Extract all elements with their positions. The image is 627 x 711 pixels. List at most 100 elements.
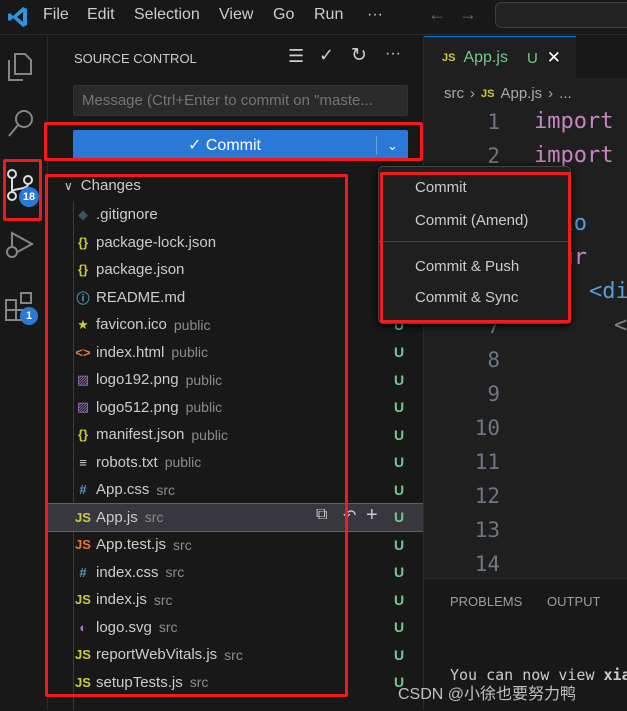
- tab-app-js[interactable]: JS App.js U ✕: [424, 36, 576, 79]
- run-debug-icon[interactable]: [4, 230, 36, 262]
- js-file-icon: JS: [442, 52, 456, 64]
- file-dir: public: [173, 316, 211, 333]
- file-row[interactable]: ★ favicon.ico public U: [48, 311, 423, 338]
- file-dir: src: [158, 619, 178, 635]
- file-name: .gitignore: [96, 206, 158, 223]
- more-actions-icon[interactable]: ···: [385, 45, 401, 63]
- menu-selection[interactable]: Selection: [134, 6, 200, 24]
- commit-button-group: ✓ Commit ⌄: [73, 130, 408, 161]
- forward-arrow-icon[interactable]: →: [459, 4, 477, 25]
- vscode-logo-icon: [8, 7, 27, 27]
- line-number: 13: [474, 518, 500, 542]
- file-type-icon: {}: [77, 234, 89, 250]
- file-row[interactable]: {} package.json: [48, 256, 423, 283]
- code-line: import: [534, 143, 614, 168]
- menu-item-commit-sync[interactable]: Commit & Sync: [415, 289, 518, 306]
- menu-item-commit-amend[interactable]: Commit (Amend): [415, 212, 528, 229]
- command-center-search[interactable]: [495, 2, 627, 28]
- chevron-right-icon: ›: [548, 85, 554, 102]
- code-line: <di: [589, 279, 627, 304]
- file-row[interactable]: JS reportWebVitals.js src U: [48, 641, 423, 668]
- stage-changes-icon[interactable]: +: [366, 504, 378, 527]
- breadcrumb-more[interactable]: ...: [559, 85, 572, 102]
- file-name: favicon.ico: [96, 316, 167, 333]
- file-name: index.css: [96, 563, 159, 581]
- commit-check-icon[interactable]: ✓: [319, 45, 334, 66]
- explorer-icon[interactable]: [6, 52, 34, 82]
- file-type-icon: JS: [75, 537, 91, 552]
- line-number: 14: [474, 552, 500, 576]
- file-name: logo192.png: [96, 371, 179, 388]
- file-row[interactable]: ▨ logo192.png public U: [48, 366, 423, 393]
- file-row[interactable]: {} manifest.json public U: [48, 421, 423, 448]
- file-type-icon: {}: [77, 262, 89, 277]
- file-dir: public: [171, 344, 208, 360]
- line-number: 11: [474, 450, 500, 474]
- file-row[interactable]: ▨ logo512.png public U: [48, 394, 423, 421]
- discard-changes-icon[interactable]: ↶: [343, 506, 356, 526]
- view-as-list-icon[interactable]: ☰: [288, 46, 304, 67]
- file-dir: src: [153, 591, 173, 608]
- file-dir: public: [191, 426, 228, 443]
- file-row[interactable]: {} package-lock.json: [48, 229, 423, 256]
- changes-file-list: ◆ .gitignore {} package-lock.json {} package.…: [47, 201, 424, 711]
- commit-message-input[interactable]: [73, 85, 408, 116]
- commit-dropdown-chevron-icon[interactable]: ⌄: [377, 130, 408, 161]
- file-row[interactable]: <> index.html public U: [48, 339, 423, 366]
- file-row[interactable]: # App.css src U: [48, 476, 423, 503]
- line-number: 2: [487, 144, 500, 168]
- source-control-badge: 18: [19, 187, 39, 207]
- line-number: 9: [487, 382, 500, 406]
- file-row[interactable]: ◐ logo.svg src U: [48, 614, 423, 641]
- breadcrumb-folder[interactable]: src: [444, 85, 464, 102]
- editor-area: JS App.js U ✕ src› JS App.js› ... 123456…: [423, 36, 627, 710]
- extensions-badge: 1: [20, 307, 38, 325]
- commit-dropdown-menu: Commit Commit (Amend) Commit & Push Comm…: [378, 166, 571, 324]
- file-name: README.md: [96, 288, 186, 306]
- status-untracked: U: [394, 619, 405, 635]
- file-row[interactable]: JS App.test.js src U: [48, 531, 423, 558]
- menu-edit[interactable]: Edit: [87, 6, 115, 24]
- commit-button[interactable]: ✓ Commit: [73, 130, 376, 161]
- file-row[interactable]: ⓘ README.md: [48, 284, 423, 311]
- status-untracked: U: [394, 344, 405, 360]
- file-dir: src: [189, 674, 209, 690]
- file-row[interactable]: ≡ robots.txt public U: [48, 449, 423, 476]
- file-type-icon: JS: [75, 592, 91, 607]
- breadcrumb: src › JS App.js › ...: [444, 85, 572, 102]
- file-row[interactable]: ◆ .gitignore: [48, 201, 423, 228]
- refresh-icon[interactable]: ↻: [351, 44, 367, 67]
- file-type-icon: #: [79, 564, 87, 580]
- status-untracked: U: [394, 646, 405, 663]
- line-number: 8: [487, 348, 500, 372]
- close-tab-icon[interactable]: ✕: [547, 48, 561, 68]
- file-name: logo.svg: [96, 618, 152, 636]
- menu-item-commit[interactable]: Commit: [415, 179, 467, 196]
- search-icon[interactable]: [6, 108, 36, 140]
- file-row[interactable]: JS index.js src U: [48, 586, 423, 613]
- file-row[interactable]: # index.css src U: [48, 559, 423, 586]
- open-file-icon[interactable]: ⧉: [316, 506, 327, 524]
- menu-run[interactable]: Run: [314, 6, 343, 24]
- tab-output[interactable]: OUTPUT: [547, 594, 600, 609]
- status-untracked: U: [394, 454, 405, 470]
- file-type-icon: JS: [75, 509, 91, 525]
- file-name: logo512.png: [96, 398, 179, 416]
- breadcrumb-file[interactable]: App.js: [500, 85, 542, 102]
- back-arrow-icon[interactable]: ←: [428, 4, 446, 25]
- file-name: package-lock.json: [96, 233, 217, 251]
- file-type-icon: {}: [77, 427, 89, 442]
- menu-go[interactable]: Go: [273, 6, 294, 24]
- file-type-icon: <>: [75, 344, 91, 360]
- menu-more[interactable]: ···: [367, 6, 383, 24]
- tab-problems[interactable]: PROBLEMS: [450, 594, 522, 609]
- file-row[interactable]: JS setupTests.js src U: [48, 669, 423, 696]
- menu-file[interactable]: File: [43, 6, 69, 24]
- menu-view[interactable]: View: [219, 6, 253, 24]
- activity-bar: 18 1: [0, 36, 48, 710]
- status-untracked: U: [394, 536, 405, 553]
- menu-separator: [379, 241, 570, 242]
- file-row[interactable]: JS App.js src ⧉ ↶ + U: [47, 502, 424, 532]
- menu-item-commit-push[interactable]: Commit & Push: [415, 258, 519, 275]
- changes-header[interactable]: ∨ Changes: [64, 177, 141, 194]
